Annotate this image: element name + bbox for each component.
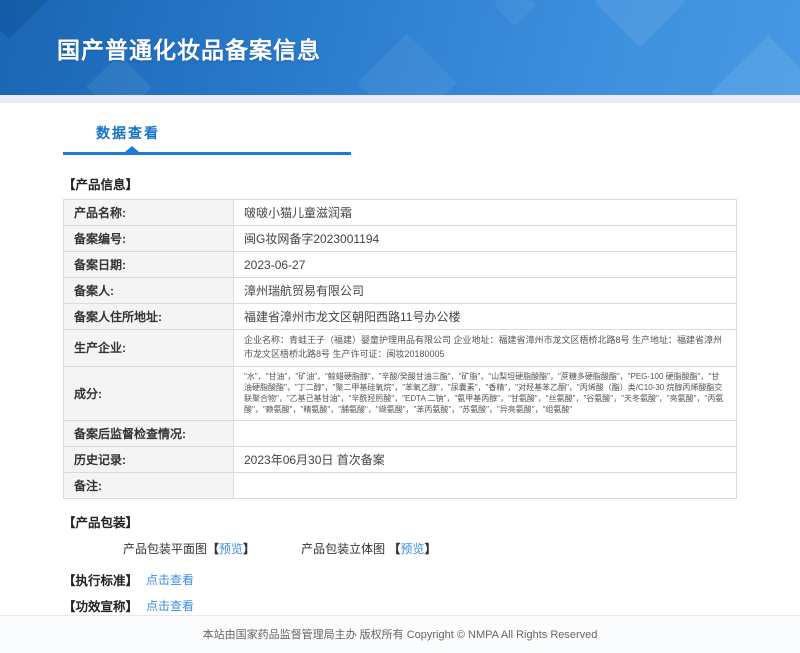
main-content: 数据查看 【产品信息】 产品名称:啵啵小猫儿童滋润霜备案编号:闽G妆网备字202… bbox=[0, 103, 800, 615]
standard-section-title: 【执行标准】 bbox=[63, 570, 138, 589]
page-footer: 本站由国家药品监督管理局主办 版权所有 Copyright © NMPA All… bbox=[0, 615, 800, 653]
bracket-close: 】 bbox=[424, 542, 436, 556]
table-row: 备案编号:闽G妆网备字2023001194 bbox=[64, 226, 737, 252]
table-row: 成分:"水"，"甘油"，"矿油"，"鲸蜡硬脂醇"，"辛酸/癸酸甘油三酯"，"矿脂… bbox=[64, 366, 737, 420]
product-info-table-body: 产品名称:啵啵小猫儿童滋润霜备案编号:闽G妆网备字2023001194备案日期:… bbox=[64, 200, 737, 499]
header-decoration bbox=[494, 0, 536, 26]
tab-active-caret-icon bbox=[125, 146, 139, 152]
row-label: 备案人住所地址: bbox=[64, 304, 234, 330]
tab-bar: 数据查看 bbox=[63, 123, 737, 155]
table-row: 备案日期:2023-06-27 bbox=[64, 252, 737, 278]
header-decoration bbox=[358, 34, 457, 95]
row-value bbox=[234, 472, 737, 498]
page-title: 国产普通化妆品备案信息 bbox=[57, 31, 321, 65]
header-decoration bbox=[0, 0, 47, 39]
packaging-section-title: 【产品包装】 bbox=[63, 512, 737, 531]
row-label: 产品名称: bbox=[64, 200, 234, 226]
page-header: 国产普通化妆品备案信息 bbox=[0, 0, 800, 95]
row-label: 生产企业: bbox=[64, 330, 234, 367]
row-label: 备注: bbox=[64, 472, 234, 498]
tab-underline bbox=[63, 152, 351, 155]
efficacy-section-title: 【功效宣称】 bbox=[63, 596, 138, 615]
row-value: 漳州瑞航贸易有限公司 bbox=[234, 278, 737, 304]
footer-text: 本站由国家药品监督管理局主办 版权所有 Copyright © NMPA All… bbox=[203, 626, 598, 642]
packaging-stereo-preview-link[interactable]: 预览 bbox=[400, 542, 424, 556]
product-info-section-title: 【产品信息】 bbox=[63, 174, 737, 193]
row-label: 备案日期: bbox=[64, 252, 234, 278]
packaging-item-label: 产品包装立体图 bbox=[301, 542, 388, 556]
standard-row: 【执行标准】 点击查看 bbox=[63, 570, 737, 589]
bracket-open: 【 bbox=[388, 542, 400, 556]
row-value: 啵啵小猫儿童滋润霜 bbox=[234, 200, 737, 226]
row-label: 备案后监督检查情况: bbox=[64, 420, 234, 446]
packaging-item-label: 产品包装平面图 bbox=[123, 542, 207, 556]
row-label: 历史记录: bbox=[64, 446, 234, 472]
table-row: 历史记录:2023年06月30日 首次备案 bbox=[64, 446, 737, 472]
row-label: 备案编号: bbox=[64, 226, 234, 252]
header-divider bbox=[0, 95, 800, 103]
row-value: 2023-06-27 bbox=[234, 252, 737, 278]
standard-view-link[interactable]: 点击查看 bbox=[146, 571, 194, 588]
table-row: 产品名称:啵啵小猫儿童滋润霜 bbox=[64, 200, 737, 226]
packaging-item: 产品包装立体图 【预览】 bbox=[301, 540, 436, 557]
row-value: "水"，"甘油"，"矿油"，"鲸蜡硬脂醇"，"辛酸/癸酸甘油三酯"，"矿脂"，"… bbox=[234, 366, 737, 420]
table-row: 备案人住所地址:福建省漳州市龙文区朝阳西路11号办公楼 bbox=[64, 304, 737, 330]
row-label: 成分: bbox=[64, 366, 234, 420]
row-value bbox=[234, 420, 737, 446]
table-row: 备案人:漳州瑞航贸易有限公司 bbox=[64, 278, 737, 304]
bracket-open: 【 bbox=[207, 542, 219, 556]
row-label: 备案人: bbox=[64, 278, 234, 304]
row-value: 闽G妆网备字2023001194 bbox=[234, 226, 737, 252]
product-info-table: 产品名称:啵啵小猫儿童滋润霜备案编号:闽G妆网备字2023001194备案日期:… bbox=[63, 199, 737, 499]
header-decoration bbox=[711, 35, 800, 95]
efficacy-view-link[interactable]: 点击查看 bbox=[146, 597, 194, 614]
table-row: 备注: bbox=[64, 472, 737, 498]
bracket-close: 】 bbox=[243, 542, 255, 556]
header-decoration bbox=[595, 0, 686, 47]
packaging-item: 产品包装平面图【预览】 bbox=[123, 540, 255, 557]
packaging-row: 产品包装平面图【预览】产品包装立体图 【预览】 bbox=[123, 540, 737, 557]
row-value: 企业名称：青蛙王子（福建）婴童护理用品有限公司 企业地址：福建省漳州市龙文区梧桥… bbox=[234, 330, 737, 367]
row-value: 2023年06月30日 首次备案 bbox=[234, 446, 737, 472]
efficacy-row: 【功效宣称】 点击查看 bbox=[63, 596, 737, 615]
table-row: 备案后监督检查情况: bbox=[64, 420, 737, 446]
packaging-flat-preview-link[interactable]: 预览 bbox=[219, 542, 243, 556]
row-value: 福建省漳州市龙文区朝阳西路11号办公楼 bbox=[234, 304, 737, 330]
table-row: 生产企业:企业名称：青蛙王子（福建）婴童护理用品有限公司 企业地址：福建省漳州市… bbox=[64, 330, 737, 367]
